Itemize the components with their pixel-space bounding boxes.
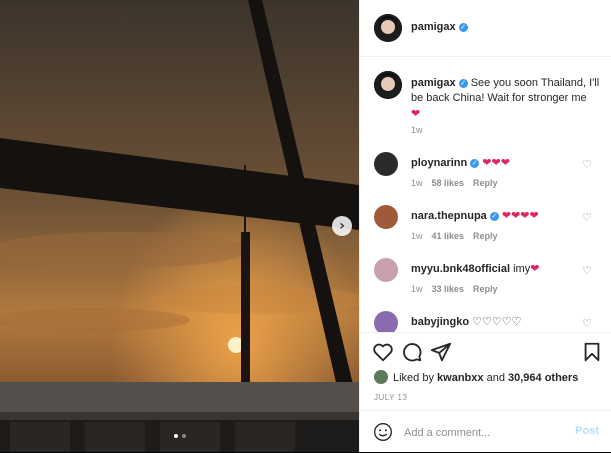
likes-count[interactable]: 30,964 others bbox=[508, 372, 578, 384]
carousel-dot bbox=[181, 434, 186, 438]
caption-username[interactable]: pamigax bbox=[411, 77, 456, 89]
author-avatar[interactable] bbox=[374, 14, 402, 42]
caption-age[interactable]: 1w bbox=[411, 125, 423, 135]
next-photo-button[interactable]: › bbox=[332, 216, 352, 236]
comment-likes[interactable]: 58 likes bbox=[432, 178, 465, 188]
comment-age[interactable]: 1w bbox=[411, 231, 423, 241]
comment-age[interactable]: 1w bbox=[411, 284, 423, 294]
heart-outline-icon[interactable]: ♡ bbox=[582, 317, 592, 330]
post-header: pamigax ✓ bbox=[360, 0, 611, 57]
author-username[interactable]: pamigax ✓ bbox=[411, 21, 468, 33]
liked-by-prefix: Liked by bbox=[393, 372, 434, 384]
comment-text: ❤❤❤ bbox=[482, 156, 510, 169]
comment-text: ❤❤❤❤ bbox=[501, 209, 539, 222]
comment-age[interactable]: 1w bbox=[411, 178, 423, 188]
comment-line: babyjingko ♡♡♡♡♡ bbox=[411, 315, 521, 328]
heart-emoji-icon: ❤ bbox=[411, 107, 421, 120]
commenter-avatar[interactable] bbox=[374, 311, 398, 332]
heart-outline-icon[interactable]: ♡ bbox=[582, 211, 592, 224]
sunset-photo-image bbox=[0, 0, 359, 452]
reply-button[interactable]: Reply bbox=[473, 231, 498, 241]
chevron-right-icon: › bbox=[339, 218, 345, 234]
avatar-image bbox=[374, 14, 402, 42]
carousel-dot-active bbox=[173, 434, 178, 438]
post-date[interactable]: JULY 13 bbox=[374, 393, 407, 402]
post-comment-button[interactable]: Post bbox=[575, 425, 599, 437]
emoji-smile-icon[interactable] bbox=[373, 422, 393, 442]
comment-likes[interactable]: 41 likes bbox=[432, 231, 465, 241]
like-heart-icon[interactable] bbox=[372, 341, 394, 363]
comment-username[interactable]: nara.thepnupa bbox=[411, 210, 487, 222]
comment-meta: 1w 33 likes Reply bbox=[411, 284, 507, 294]
liked-by-middle: and bbox=[486, 372, 505, 384]
caption-author-avatar[interactable] bbox=[374, 71, 402, 99]
comment-bubble-icon[interactable] bbox=[401, 341, 423, 363]
comment-username[interactable]: babyjingko bbox=[411, 316, 469, 328]
comment-line: myyu.bnk48official imy❤ bbox=[411, 262, 539, 275]
reply-button[interactable]: Reply bbox=[473, 284, 498, 294]
liked-by-user[interactable]: kwanbxx bbox=[437, 372, 483, 384]
caption-text: pamigax ✓ See you soon Thailand, I'll be … bbox=[411, 76, 601, 122]
verified-badge-icon: ✓ bbox=[458, 79, 468, 88]
add-comment-bar: Post bbox=[360, 410, 611, 453]
verified-badge-icon: ✓ bbox=[458, 23, 468, 32]
comment-item: babyjingko ♡♡♡♡♡ ♡ bbox=[360, 311, 611, 332]
heart-outline-icon[interactable]: ♡ bbox=[582, 158, 592, 171]
heart-outline-icon[interactable]: ♡ bbox=[582, 264, 592, 277]
commenter-avatar[interactable] bbox=[374, 258, 398, 282]
comment-item: nara.thepnupa ✓ ❤❤❤❤ 1w 41 likes Reply ♡ bbox=[360, 205, 611, 255]
comment-username[interactable]: ploynarinn bbox=[411, 157, 467, 169]
liker-avatar[interactable] bbox=[374, 370, 388, 384]
post-side-panel: pamigax ✓ pamigax ✓ See you soon Thailand,… bbox=[359, 0, 611, 452]
bookmark-icon[interactable] bbox=[581, 341, 603, 363]
author-username-text[interactable]: pamigax bbox=[411, 21, 456, 33]
avatar-image bbox=[374, 71, 402, 99]
comment-username[interactable]: myyu.bnk48official bbox=[411, 263, 510, 275]
commenter-avatar[interactable] bbox=[374, 205, 398, 229]
verified-badge-icon: ✓ bbox=[489, 212, 499, 221]
comment-text: imy bbox=[513, 263, 531, 275]
comment-text: ♡♡♡♡♡ bbox=[472, 315, 522, 328]
comment-line: nara.thepnupa ✓ ❤❤❤❤ bbox=[411, 209, 539, 222]
carousel-indicator bbox=[0, 434, 359, 438]
comment-item: myyu.bnk48official imy❤ 1w 33 likes Reply … bbox=[360, 258, 611, 308]
post-photo[interactable]: › bbox=[0, 0, 359, 452]
reply-button[interactable]: Reply bbox=[473, 178, 498, 188]
comments-scroll[interactable]: pamigax ✓ See you soon Thailand, I'll be … bbox=[360, 57, 611, 332]
comment-likes[interactable]: 33 likes bbox=[432, 284, 465, 294]
comment-line: ploynarinn ✓ ❤❤❤ bbox=[411, 156, 510, 169]
comment-meta: 1w 58 likes Reply bbox=[411, 178, 507, 188]
likes-summary: Liked by kwanbxx and 30,964 others bbox=[374, 370, 578, 384]
verified-badge-icon: ✓ bbox=[470, 159, 480, 168]
add-comment-input[interactable] bbox=[402, 423, 566, 443]
share-paper-plane-icon[interactable] bbox=[430, 341, 452, 363]
heart-emoji-icon: ❤ bbox=[530, 262, 540, 275]
comment-meta: 1w 41 likes Reply bbox=[411, 231, 507, 241]
comment-item: ploynarinn ✓ ❤❤❤ 1w 58 likes Reply ♡ bbox=[360, 152, 611, 202]
commenter-avatar[interactable] bbox=[374, 152, 398, 176]
